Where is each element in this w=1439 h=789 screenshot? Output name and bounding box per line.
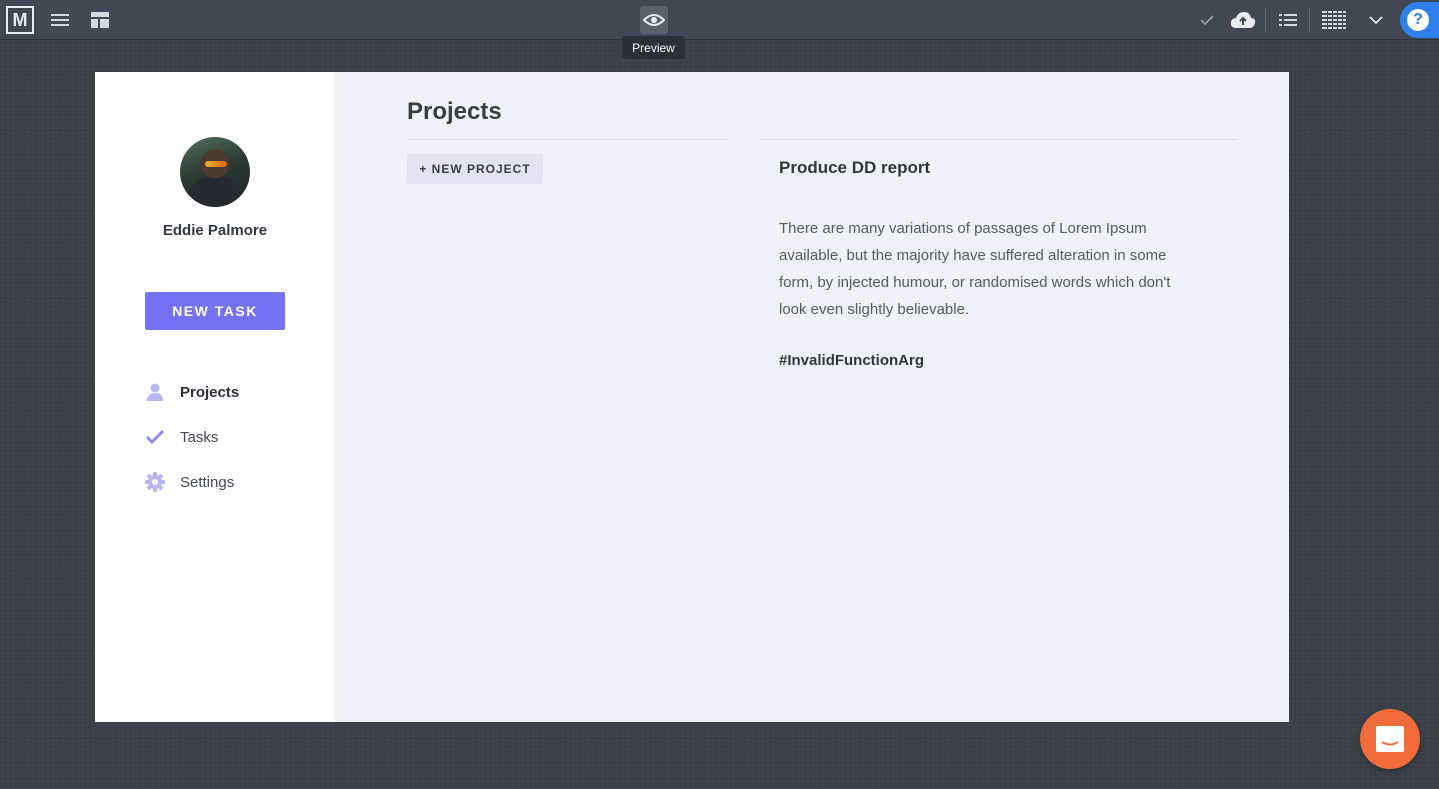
sidebar-item-projects[interactable]: Projects xyxy=(145,380,239,404)
list-icon[interactable] xyxy=(1276,0,1300,40)
sidebar-item-settings[interactable]: Settings xyxy=(145,470,234,494)
grid-icon[interactable] xyxy=(1320,0,1348,40)
user-name: Eddie Palmore xyxy=(162,222,268,239)
new-task-button[interactable]: NEW TASK xyxy=(145,292,285,330)
divider xyxy=(407,139,728,140)
app-canvas: Eddie Palmore NEW TASK Projects Tasks Se… xyxy=(95,72,1289,722)
chat-button[interactable] xyxy=(1360,709,1420,769)
check-icon[interactable] xyxy=(1197,0,1217,40)
check-icon xyxy=(145,427,165,447)
sidebar: Eddie Palmore NEW TASK Projects Tasks Se… xyxy=(95,72,335,722)
chevron-down-icon[interactable] xyxy=(1367,0,1385,40)
chat-icon xyxy=(1376,726,1404,752)
gear-icon xyxy=(145,472,165,492)
sidebar-item-label: Tasks xyxy=(180,428,219,446)
app-logo[interactable]: M xyxy=(6,6,34,34)
page-title: Projects xyxy=(407,98,502,125)
project-description: There are many variations of passages of… xyxy=(779,220,1171,318)
layout-icon[interactable] xyxy=(88,0,112,40)
sidebar-item-tasks[interactable]: Tasks xyxy=(145,425,218,449)
preview-button[interactable] xyxy=(640,6,668,34)
divider xyxy=(760,139,1237,140)
sidebar-item-label: Projects xyxy=(180,383,240,401)
menu-icon[interactable] xyxy=(48,0,72,40)
user-icon xyxy=(145,382,165,402)
new-project-button[interactable]: + NEW PROJECT xyxy=(407,154,543,184)
eye-icon xyxy=(643,14,665,26)
help-icon: ? xyxy=(1407,9,1429,31)
project-tag: #InvalidFunctionArg xyxy=(779,352,925,369)
help-button[interactable]: ? xyxy=(1400,2,1439,38)
cloud-upload-icon[interactable] xyxy=(1229,0,1257,40)
top-toolbar: M ? xyxy=(0,0,1439,40)
toolbar-divider xyxy=(1265,8,1266,32)
avatar xyxy=(180,137,250,207)
project-title: Produce DD report xyxy=(779,158,931,177)
toolbar-divider xyxy=(1309,8,1310,32)
sidebar-item-label: Settings xyxy=(180,473,235,491)
preview-tooltip: Preview xyxy=(622,36,685,59)
avatar-sunglasses xyxy=(205,161,227,167)
